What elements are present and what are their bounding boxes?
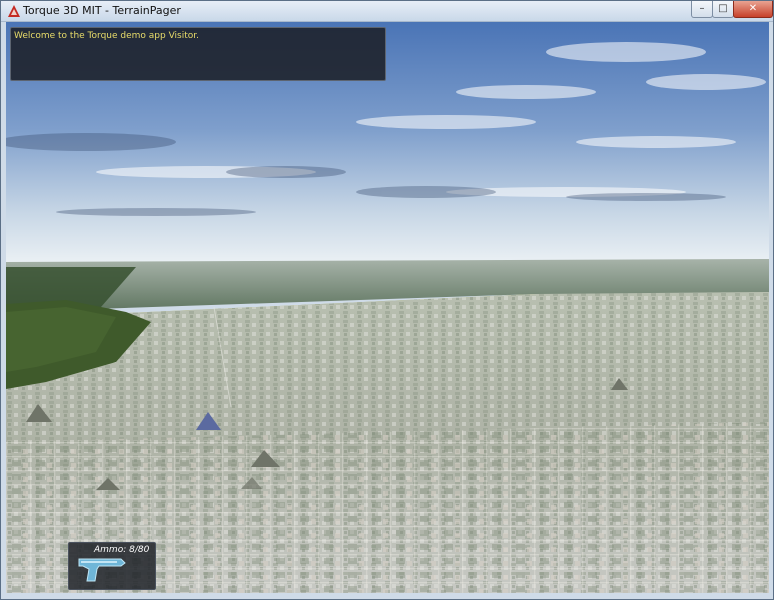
close-button[interactable]: ✕	[733, 1, 773, 18]
chat-hud: Welcome to the Torque demo app Visitor.	[10, 27, 386, 81]
window-title: Torque 3D MIT - TerrainPager	[23, 4, 181, 17]
ammo-hud: Ammo: 8/80	[68, 542, 156, 590]
maximize-button[interactable]: □	[712, 1, 734, 18]
terrain-scene	[6, 22, 769, 593]
game-viewport[interactable]: Welcome to the Torque demo app Visitor. …	[6, 22, 769, 593]
ammo-counter: Ammo: 8/80	[94, 545, 150, 555]
minimize-button[interactable]: –	[691, 1, 713, 18]
app-window: Torque 3D MIT - TerrainPager – □ ✕ Welco…	[0, 0, 774, 600]
pistol-icon	[78, 558, 126, 582]
torque-logo-icon	[8, 5, 20, 17]
title-bar[interactable]: Torque 3D MIT - TerrainPager – □ ✕	[1, 1, 773, 22]
chat-message: Welcome to the Torque demo app Visitor.	[14, 31, 199, 41]
